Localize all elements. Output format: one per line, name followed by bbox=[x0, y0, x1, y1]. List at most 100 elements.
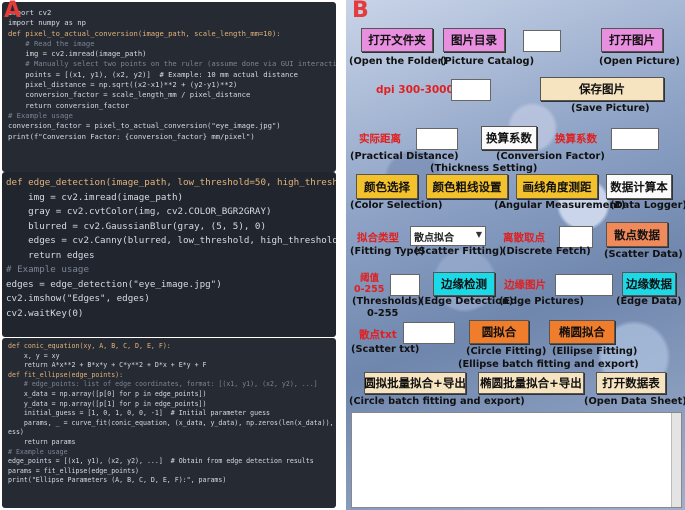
edge-data-caption: (Edge Data) bbox=[616, 296, 682, 307]
dpi-input[interactable] bbox=[451, 79, 491, 101]
edge-pictures-label: 边缘图片 bbox=[504, 279, 546, 291]
code-block-2-line: gray = cv2.cvtColor(img, cv2.COLOR_BGR2G… bbox=[6, 206, 272, 217]
discrete-fetch-label: 离散取点 bbox=[503, 232, 545, 244]
thresholds-range-label: 0-255 bbox=[354, 284, 385, 295]
open-data-sheet-caption: (Open Data Sheet) bbox=[584, 396, 685, 407]
pixel-factor-input[interactable] bbox=[611, 128, 659, 150]
data-logger-caption: (Data Logger) bbox=[610, 200, 685, 211]
open-folder-button[interactable]: 打开文件夹 bbox=[361, 28, 433, 52]
code-block-2-line: return edges bbox=[6, 249, 95, 261]
code-block-1-line: conversion_factor = scale_length_mm / pi… bbox=[8, 90, 251, 100]
code-block-2-line: cv2.imshow("Edges", edges) bbox=[6, 293, 150, 304]
open-picture-button[interactable]: 打开图片 bbox=[601, 28, 663, 52]
code-block-conversion: import cv2 import numpy as np def pixel_to… bbox=[2, 2, 336, 172]
circle-batch-button[interactable]: 圆拟批量拟合+导出 bbox=[364, 372, 466, 394]
output-text-area[interactable] bbox=[351, 412, 682, 508]
scatter-data-button[interactable]: 散点数据 bbox=[606, 222, 668, 247]
ellipse-batch-button[interactable]: 椭圆批量拟合+导出 bbox=[478, 372, 584, 394]
circle-fitting-caption: (Circle Fitting) bbox=[466, 346, 547, 357]
code-block-2-line: edges = edge_detection("eye_image.jpg") bbox=[6, 278, 222, 290]
code-block-1-line: pixel_distance = np.sqrt((x2-x1)**2 + (y… bbox=[8, 80, 238, 90]
threshold-input[interactable] bbox=[390, 274, 420, 296]
circle-batch-caption: (Circle batch fitting and export) bbox=[349, 396, 525, 407]
code-block-3-line: params, _ = curve_fit(conic_equation, (x… bbox=[23, 418, 334, 427]
code-block-2-line: cv2.waitKey(0) bbox=[6, 307, 84, 319]
picture-catalog-caption: (Picture Catalog) bbox=[440, 56, 535, 67]
code-block-3-line: return params bbox=[8, 437, 76, 446]
picture-catalog-button[interactable]: 图片目录 bbox=[443, 28, 505, 52]
edge-pictures-caption: (Edge Pictures) bbox=[499, 296, 585, 307]
data-logger-button[interactable]: 数据计算本 bbox=[606, 174, 672, 199]
thickness-setting-button[interactable]: 颜色粗线设置 bbox=[426, 174, 508, 199]
code-block-1-line: # Manually select two points on the rule… bbox=[8, 59, 336, 69]
code-block-2-line: blurred = cv2.GaussianBlur(gray, (5, 5),… bbox=[6, 220, 266, 232]
code-block-3-line: initial_guess = [1, 0, 1, 0, 0, -1] # In… bbox=[8, 409, 271, 418]
vertical-scrollbar[interactable] bbox=[671, 413, 681, 507]
scatter-txt-label: 散点txt bbox=[359, 329, 397, 341]
code-block-2-line: def edge_detection(image_path, low_thres… bbox=[6, 177, 336, 188]
code-block-2-line: # Example usage bbox=[6, 264, 89, 275]
practical-distance-caption: (Practical Distance) bbox=[350, 151, 459, 162]
code-block-1-line: points = [(x1, y1), (x2, y2)] # Example:… bbox=[8, 69, 298, 79]
code-panel: import cv2 import numpy as np def pixel_to… bbox=[0, 0, 340, 510]
code-block-3-line: # Example usage bbox=[8, 447, 68, 456]
circle-fitting-button[interactable]: 圆拟合 bbox=[469, 320, 529, 344]
open-picture-caption: (Open Picture) bbox=[599, 56, 680, 67]
fitting-type-value: 散点拟合 bbox=[414, 232, 454, 244]
edge-data-button[interactable]: 边缘数据 bbox=[622, 272, 676, 296]
ellipse-fitting-caption: (Ellipse Fitting) bbox=[552, 346, 638, 357]
save-picture-button[interactable]: 保存图片 bbox=[540, 77, 664, 101]
code-block-1-line: img = cv2.imread(image_path) bbox=[8, 49, 147, 59]
code-block-3-line: y_data = np.array([p[1] for p in edge_po… bbox=[8, 399, 207, 408]
code-block-3-line: ess) bbox=[8, 428, 24, 437]
code-block-1-line: print(f"Conversion Factor: {conversion_f… bbox=[8, 131, 255, 141]
code-block-1-line: import numpy as np bbox=[8, 18, 86, 28]
angular-measurement-button[interactable]: 画线角度测距 bbox=[516, 174, 598, 199]
thresholds-caption: (Thresholds) bbox=[352, 296, 422, 307]
code-block-1-line: conversion_factor = pixel_to_actual_conv… bbox=[8, 121, 281, 131]
panel-label-a: A bbox=[4, 0, 22, 23]
fitting-type-label: 拟合类型 bbox=[357, 232, 399, 244]
code-block-3-line: x_data = np.array([p[0] for p in edge_po… bbox=[8, 389, 207, 398]
open-folder-caption: (Open the Folder) bbox=[349, 56, 447, 67]
discrete-fetch-caption: (Discrete Fetch) bbox=[502, 246, 591, 257]
ellipse-fitting-button[interactable]: 椭圆拟合 bbox=[549, 320, 615, 344]
code-block-1-line: return conversion_factor bbox=[8, 100, 130, 110]
pixel-factor-label: 换算系数 bbox=[555, 133, 597, 145]
conversion-factor-button[interactable]: 换算系数 bbox=[481, 126, 537, 150]
angular-measurement-caption: (Angular Measurement) bbox=[494, 200, 626, 211]
code-block-3-line: edge_points = [(x1, y1), (x2, y2), ...] … bbox=[8, 457, 314, 466]
fitting-type-select[interactable]: 散点拟合 ▼ bbox=[410, 226, 486, 246]
scatter-txt-caption: (Scatter txt) bbox=[351, 344, 420, 355]
code-block-1-line: def pixel_to_actual_conversion(image_pat… bbox=[8, 28, 281, 38]
edge-detection-button[interactable]: 边缘检测 bbox=[433, 272, 495, 296]
thickness-setting-caption: (Thickness Setting) bbox=[430, 163, 538, 174]
color-selection-button[interactable]: 颜色选择 bbox=[356, 174, 418, 199]
picture-catalog-field[interactable] bbox=[523, 30, 561, 52]
thresholds-caption-range: 0-255 bbox=[367, 308, 399, 319]
code-block-1-line: # Example usage bbox=[8, 110, 73, 120]
code-block-3-line: def conic_equation(xy, A, B, C, D, E, F)… bbox=[8, 342, 171, 350]
edge-pictures-input[interactable] bbox=[555, 274, 613, 296]
code-block-1-line: import cv2 bbox=[8, 8, 52, 17]
code-block-2-line: edges = cv2.Canny(blurred, low_threshold… bbox=[6, 235, 336, 246]
color-selection-caption: (Color Selection) bbox=[350, 200, 443, 211]
code-block-2-line: img = cv2.imread(image_path) bbox=[6, 191, 184, 203]
code-block-3-line: return A*x**2 + B*x*y + C*y**2 + D*x + E… bbox=[8, 361, 207, 370]
conversion-factor-caption: (Conversion Factor) bbox=[496, 151, 605, 162]
practical-distance-input[interactable] bbox=[416, 128, 458, 150]
code-block-3-line: def fit_ellipse(edge_points): bbox=[8, 370, 124, 379]
scatter-txt-input[interactable] bbox=[403, 322, 455, 344]
code-block-1-line: # Read the image bbox=[8, 38, 95, 48]
open-data-sheet-button[interactable]: 打开数据表 bbox=[596, 372, 666, 394]
chevron-down-icon: ▼ bbox=[475, 230, 482, 239]
code-block-3-line: params = fit_ellipse(edge_points) bbox=[8, 466, 140, 475]
discrete-fetch-input[interactable] bbox=[559, 226, 593, 248]
thresholds-label: 阈值 bbox=[360, 273, 380, 284]
scatter-fitting-caption: (Scatter Fitting) bbox=[414, 246, 504, 257]
gui-window: 打开文件夹 (Open the Folder) 图片目录 (Picture Ca… bbox=[346, 0, 685, 510]
scatter-data-caption: (Scatter Data) bbox=[604, 249, 683, 260]
code-block-3-line: x, y = xy bbox=[8, 351, 60, 360]
save-picture-caption: (Save Picture) bbox=[571, 103, 650, 114]
ellipse-batch-caption: (Ellipse batch fitting and export) bbox=[458, 359, 639, 370]
